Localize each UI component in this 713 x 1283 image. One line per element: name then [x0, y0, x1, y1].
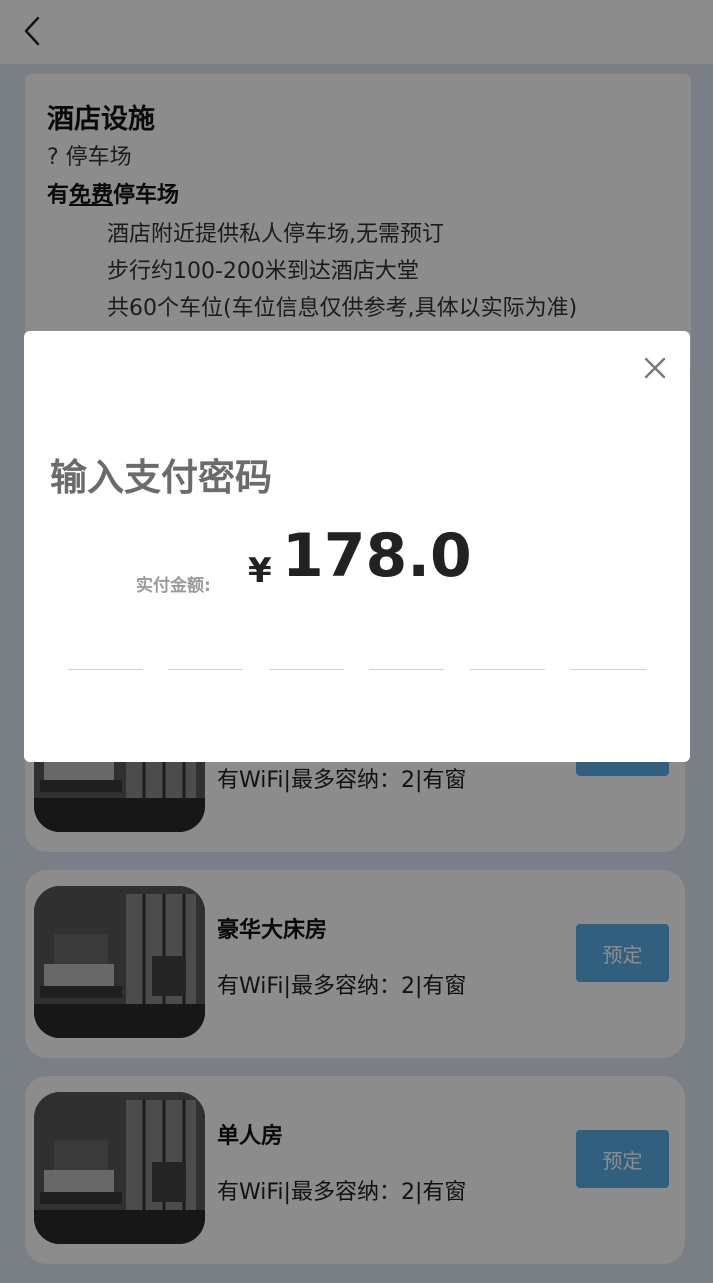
password-digit-slot[interactable] [470, 669, 545, 670]
password-digit-slot[interactable] [168, 669, 243, 670]
password-input[interactable] [68, 669, 648, 673]
password-digit-slot[interactable] [369, 669, 444, 670]
password-digit-slot[interactable] [571, 669, 646, 670]
password-digit-slot[interactable] [269, 669, 344, 670]
payment-password-dialog: 输入支付密码 实付金额: ¥ 178.0 [24, 331, 690, 762]
payment-amount: 178.0 [282, 521, 472, 591]
dialog-title: 输入支付密码 [50, 456, 272, 499]
close-button[interactable] [642, 355, 668, 381]
currency-symbol: ¥ [248, 551, 272, 591]
close-icon [644, 357, 666, 379]
password-digit-slot[interactable] [68, 669, 143, 670]
amount-label: 实付金额: [136, 576, 211, 596]
